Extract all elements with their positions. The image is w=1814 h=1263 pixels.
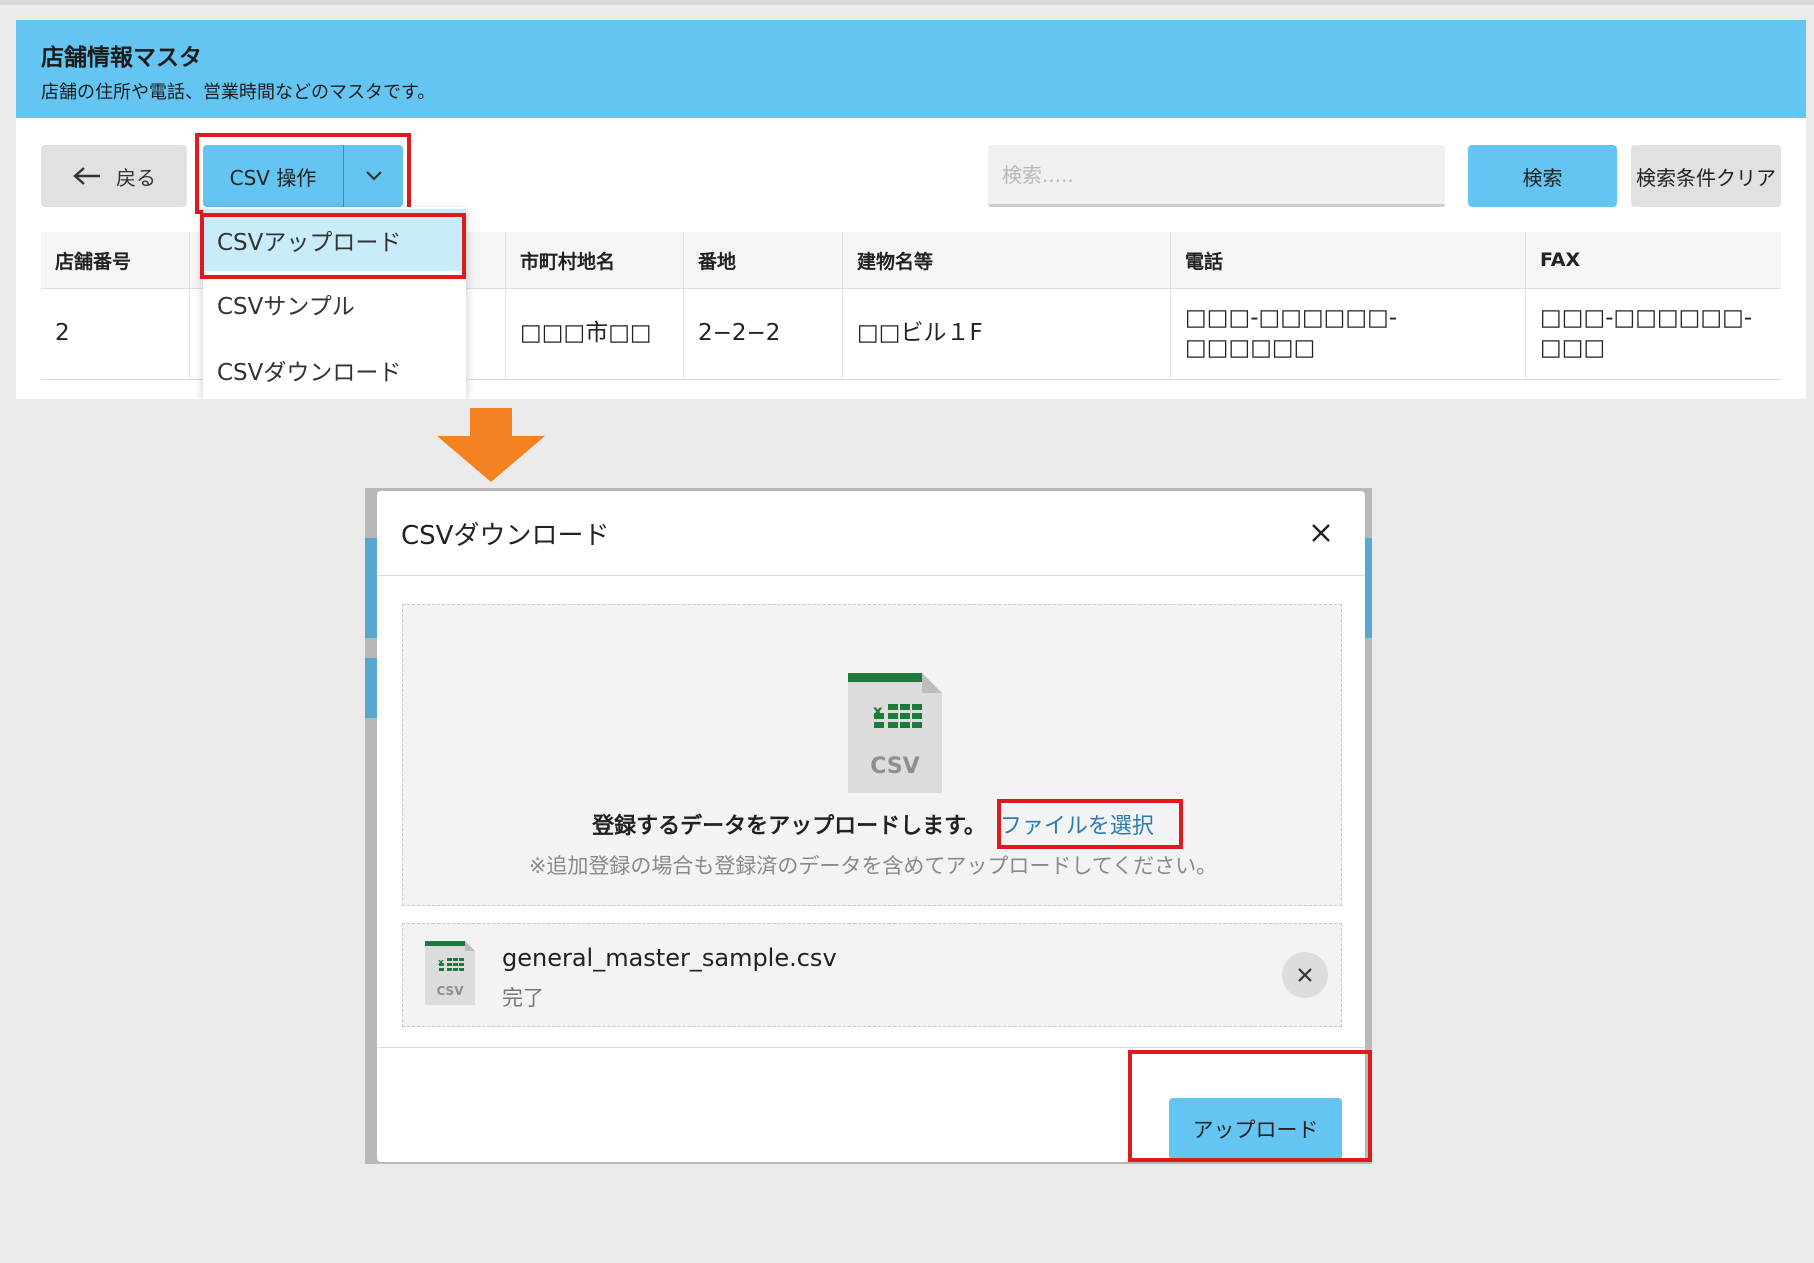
table-cell: □□□市□□ [506,289,684,379]
search-button[interactable]: 検索 [1468,145,1617,207]
csv-icon-label: CSV [437,984,465,998]
browser-top-bar [0,0,1814,5]
remove-file-button[interactable] [1282,952,1328,998]
column-header[interactable]: 建物名等 [843,232,1171,288]
search-input-wrapper[interactable] [988,145,1445,207]
table-cell: □□□-□□□□□□-□□□□□□ [1171,289,1526,379]
table-cell: 2 [41,289,190,379]
csv-icon-label: CSV [870,754,919,779]
highlight-upload-button [1128,1050,1372,1162]
file-name: general_master_sample.csv [502,944,837,972]
back-arrow-icon [73,167,100,185]
modal-title: CSVダウンロード [401,520,610,551]
bottom-screenshot: CSVダウンロード x CSV 登録するデータをアップロードします。 ファイルを選… [365,488,1372,1164]
close-icon [1312,524,1330,542]
page-subtitle: 店舗の住所や電話、営業時間などのマスタです。 [41,82,436,103]
page-header: 店舗情報マスタ 店舗の住所や電話、営業時間などのマスタです。 [16,20,1806,118]
highlight-select-file [997,799,1183,849]
table-cell: 2−2−2 [684,289,843,379]
highlight-csv-button [195,133,411,214]
search-input[interactable] [1002,162,1431,187]
modal-close-button[interactable] [1301,513,1341,553]
column-header[interactable]: 番地 [684,232,843,288]
top-screenshot: 店舗情報マスタ 店舗の住所や電話、営業時間などのマスタです。 戻る CSV 操作… [0,0,1814,399]
csv-file-icon: x CSV [425,941,475,1005]
background-header-strip [1365,538,1372,638]
background-button-strip [365,658,377,718]
column-header[interactable]: FAX [1526,232,1781,288]
uploaded-file-item: x CSV general_master_sample.csv 完了 [402,923,1342,1027]
down-arrow-icon [437,408,545,482]
clear-search-button[interactable]: 検索条件クリア [1631,145,1781,207]
table-cell: □□ビル１F [843,289,1171,379]
highlight-csv-upload [200,213,466,279]
background-header-strip [365,538,377,638]
dropzone-text: 登録するデータをアップロードします。 ファイルを選択 [403,808,1343,840]
file-status: 完了 [502,986,544,1010]
page-title: 店舗情報マスタ [41,45,202,71]
column-header[interactable]: 電話 [1171,232,1526,288]
back-button[interactable]: 戻る [41,145,187,207]
table-cell: □□□-□□□□□□-□□□ [1540,305,1753,361]
close-icon [1298,968,1312,982]
menu-item-csv-download[interactable]: CSVダウンロード [203,337,466,399]
file-dropzone[interactable]: x CSV 登録するデータをアップロードします。 ファイルを選択 ※追加登録の場合… [402,604,1342,906]
menu-item-csv-sample[interactable]: CSVサンプル [203,271,466,337]
modal-header: CSVダウンロード [377,491,1365,576]
dropzone-message: 登録するデータをアップロードします。 [592,814,986,839]
back-button-label: 戻る [116,165,156,190]
csv-file-icon: x CSV [848,673,942,793]
column-header[interactable]: 店舗番号 [41,232,190,288]
dropzone-note: ※追加登録の場合も登録済のデータを含めてアップロードしてください。 [528,854,1218,878]
column-header[interactable]: 市町村地名 [506,232,684,288]
